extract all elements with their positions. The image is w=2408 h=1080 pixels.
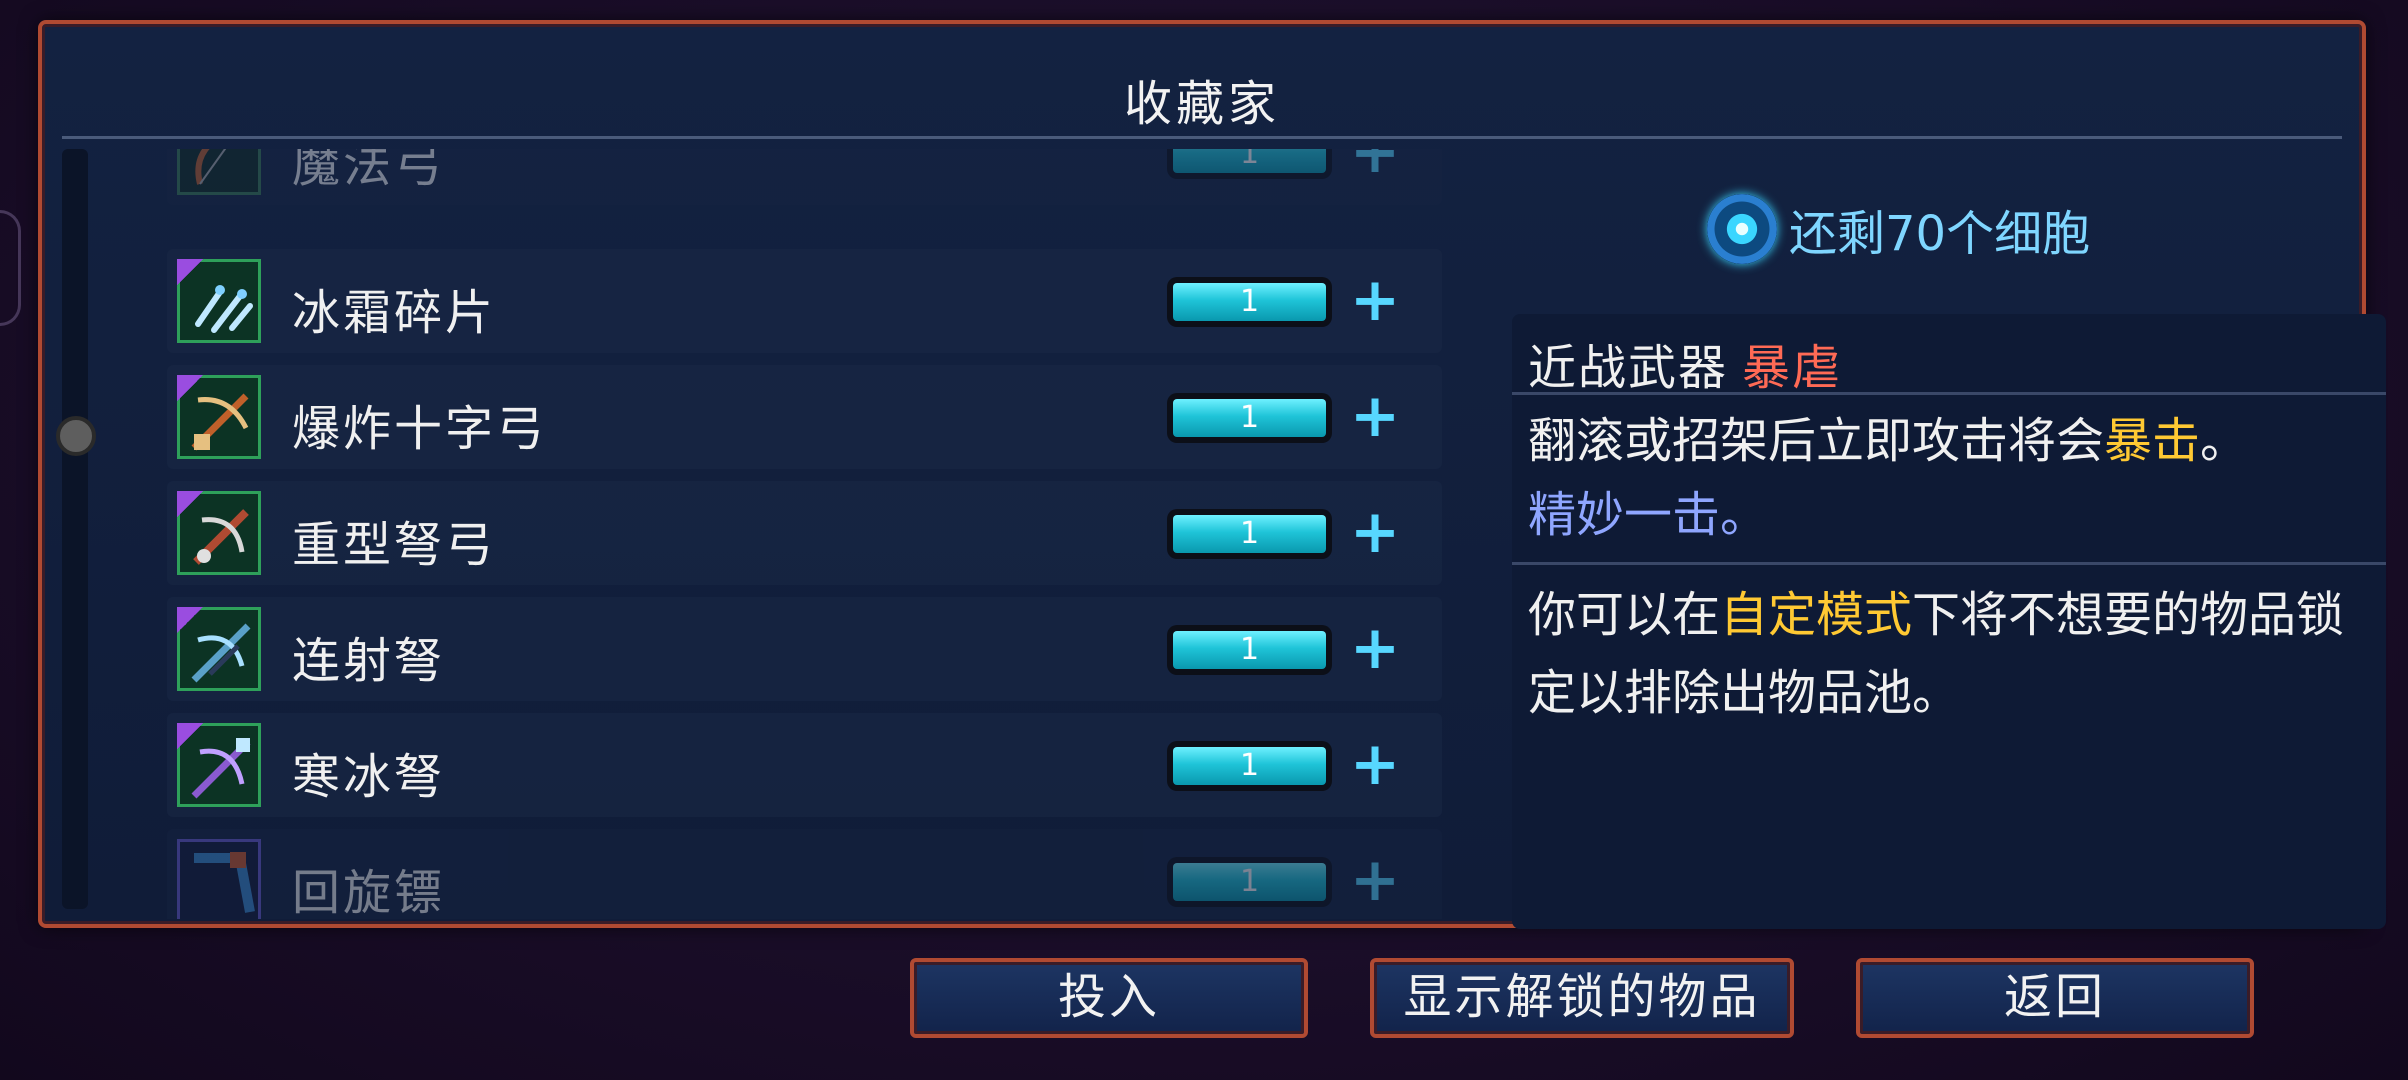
item-type: 近战武器 暴虐	[1528, 328, 1842, 398]
quantity-value: 1	[1173, 283, 1326, 321]
quantity-bar: 1	[1167, 857, 1332, 907]
add-button[interactable]: +	[1345, 729, 1405, 799]
add-button[interactable]: +	[1345, 381, 1405, 451]
item-name: 重型弩弓	[292, 517, 497, 573]
add-button[interactable]: +	[1345, 149, 1405, 187]
quantity-bar: 1	[1167, 277, 1332, 327]
panel-title: 收藏家	[1123, 76, 1280, 132]
cells-remaining-text: 还剩70个细胞	[1789, 206, 2091, 262]
item-name: 魔法弓	[292, 149, 446, 193]
quantity-bar: 1	[1167, 741, 1332, 791]
quantity-value: 1	[1173, 863, 1326, 901]
add-button[interactable]: +	[1345, 845, 1405, 915]
side-tab-edge	[0, 210, 21, 326]
list-item[interactable]: 连射弩 1 +	[167, 597, 1442, 701]
add-button[interactable]: +	[1345, 497, 1405, 567]
item-description: 翻滚或招架后立即攻击将会暴击。 精妙一击。	[1528, 404, 2368, 552]
quantity-bar: 1	[1167, 393, 1332, 443]
description-keyword: 暴击	[2104, 413, 2201, 469]
ice-crossbow-icon	[177, 723, 261, 807]
add-button[interactable]: +	[1345, 265, 1405, 335]
description-text: 翻滚或招架后立即攻击将会	[1528, 413, 2105, 469]
list-item[interactable]: 冰霜碎片 1 +	[167, 249, 1442, 353]
item-name: 连射弩	[292, 633, 446, 689]
quantity-value: 1	[1173, 515, 1326, 553]
quantity-value: 1	[1173, 747, 1326, 785]
cells-remaining: 还剩70个细胞	[1707, 184, 2090, 274]
quantity-bar: 1	[1167, 625, 1332, 675]
show-unlocked-button[interactable]: 显示解锁的物品	[1370, 958, 1794, 1038]
item-name: 回旋镖	[292, 865, 446, 919]
invest-button[interactable]: 投入	[910, 958, 1308, 1038]
list-item[interactable]: 寒冰弩 1 +	[167, 713, 1442, 817]
scrollbar-thumb[interactable]	[56, 416, 96, 456]
list-item[interactable]: 回旋镖 1 +	[167, 829, 1442, 919]
back-button[interactable]: 返回	[1856, 958, 2254, 1038]
item-name: 爆炸十字弓	[292, 401, 548, 457]
quantity-value: 1	[1173, 631, 1326, 669]
repeater-crossbow-icon	[177, 607, 261, 691]
info-divider	[1512, 392, 2386, 395]
item-name: 寒冰弩	[292, 749, 446, 805]
list-item[interactable]: 魔法弓 1 +	[167, 149, 1442, 205]
explosive-crossbow-icon	[177, 375, 261, 459]
hint-keyword: 自定模式	[1720, 587, 1913, 643]
description-text: 。	[2200, 413, 2249, 469]
list-item[interactable]: 爆炸十字弓 1 +	[167, 365, 1442, 469]
cell-icon	[1707, 194, 1777, 264]
heavy-crossbow-icon	[177, 491, 261, 575]
item-name: 冰霜碎片	[292, 285, 497, 341]
lock-hint: 你可以在自定模式下将不想要的物品锁定以排除出物品池。	[1528, 576, 2368, 732]
collector-panel: 收藏家 魔法弓 1 + 冰霜碎片 1 + 爆炸十字弓 1 + 重型弩弓 1 + …	[38, 20, 2386, 929]
quantity-value: 1	[1173, 149, 1326, 173]
info-divider	[1512, 562, 2386, 565]
item-list: 魔法弓 1 + 冰霜碎片 1 + 爆炸十字弓 1 + 重型弩弓 1 + 连射弩 …	[167, 149, 1447, 919]
add-button[interactable]: +	[1345, 613, 1405, 683]
list-item[interactable]: 重型弩弓 1 +	[167, 481, 1442, 585]
quantity-value: 1	[1173, 399, 1326, 437]
title-divider	[62, 136, 2342, 139]
frost-shards-icon	[177, 259, 261, 343]
quantity-bar: 1	[1167, 509, 1332, 559]
weapon-category: 近战武器	[1528, 340, 1729, 396]
hint-text: 你可以在	[1528, 587, 1721, 643]
flavor-text: 精妙一击。	[1528, 487, 1769, 543]
scrollbar-track[interactable]	[62, 149, 88, 909]
magic-bow-icon	[177, 149, 261, 195]
boomerang-icon	[177, 839, 261, 919]
item-info-panel: 近战武器 暴虐 翻滚或招架后立即攻击将会暴击。 精妙一击。 你可以在自定模式下将不…	[1512, 314, 2386, 929]
quantity-bar: 1	[1167, 149, 1332, 179]
weapon-tag: 暴虐	[1742, 340, 1843, 396]
